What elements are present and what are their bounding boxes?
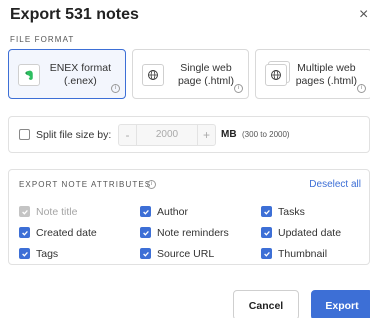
split-unit: MB — [221, 129, 237, 140]
checkbox-checked-icon[interactable] — [140, 206, 151, 217]
cancel-button[interactable]: Cancel — [233, 290, 299, 318]
split-checkbox[interactable] — [19, 129, 30, 140]
evernote-icon — [18, 64, 40, 86]
info-icon[interactable]: i — [147, 180, 156, 189]
attr-label: Note reminders — [157, 227, 229, 239]
export-button[interactable]: Export — [311, 290, 370, 318]
split-label: Split file size by: — [36, 129, 112, 141]
split-file-size-row: Split file size by: - 2000 + MB (300 to … — [8, 116, 370, 153]
deselect-all-link[interactable]: Deselect all — [309, 179, 361, 190]
format-option-line2: (.enex) — [64, 75, 97, 87]
attributes-heading: EXPORT NOTE ATTRIBUTES — [19, 180, 152, 189]
attr-label: Author — [157, 206, 188, 218]
checkbox-checked-icon[interactable] — [261, 227, 272, 238]
info-icon[interactable]: i — [357, 84, 366, 93]
increment-button[interactable]: + — [197, 125, 215, 145]
format-option-line2: page (.html) — [177, 75, 234, 87]
info-icon[interactable]: i — [234, 84, 243, 93]
decrement-button[interactable]: - — [119, 125, 137, 145]
checkbox-checked-icon[interactable] — [140, 248, 151, 259]
checkbox-checked-icon[interactable] — [261, 248, 272, 259]
format-option-enex[interactable]: ENEX format (.enex) i — [8, 49, 126, 99]
format-option-label: ENEX format (.enex) — [50, 62, 111, 88]
format-option-line1: Multiple web — [297, 62, 356, 74]
attr-label: Tasks — [278, 206, 305, 218]
checkbox-checked-icon[interactable] — [140, 227, 151, 238]
format-option-line1: ENEX format — [49, 62, 111, 74]
globe-pages-icon — [265, 64, 287, 86]
attr-label: Tags — [36, 248, 59, 260]
format-option-line2: pages (.html) — [295, 75, 357, 87]
attr-label: Note title — [36, 206, 78, 218]
format-option-line1: Single web — [180, 62, 232, 74]
format-option-label: Single web page (.html) — [178, 62, 234, 88]
format-option-label: Multiple web pages (.html) — [296, 62, 357, 88]
split-size-value[interactable]: 2000 — [137, 125, 197, 145]
checkbox-checked-icon[interactable] — [261, 206, 272, 217]
checkbox-checked-icon[interactable] — [19, 248, 30, 259]
file-format-options: ENEX format (.enex) i Single web page (.… — [8, 49, 370, 99]
dialog-title: Export 531 notes — [10, 6, 139, 23]
attr-label: Source URL — [157, 248, 215, 260]
format-option-multi-html[interactable]: Multiple web pages (.html) i — [255, 49, 370, 99]
attr-label: Thumbnail — [278, 248, 328, 260]
checkbox-checked-icon — [19, 206, 30, 217]
attr-label: Updated date — [278, 227, 342, 239]
export-attributes-panel: EXPORT NOTE ATTRIBUTES i Deselect all No… — [8, 169, 370, 265]
file-format-label: FILE FORMAT — [10, 35, 75, 44]
split-range-hint: (300 to 2000) — [242, 130, 290, 139]
globe-page-icon — [142, 64, 164, 86]
close-icon[interactable]: × — [359, 7, 368, 23]
split-size-stepper[interactable]: - 2000 + — [118, 124, 216, 146]
info-icon[interactable]: i — [111, 84, 120, 93]
attr-label: Created date — [36, 227, 97, 239]
checkbox-checked-icon[interactable] — [19, 227, 30, 238]
format-option-single-html[interactable]: Single web page (.html) i — [132, 49, 249, 99]
